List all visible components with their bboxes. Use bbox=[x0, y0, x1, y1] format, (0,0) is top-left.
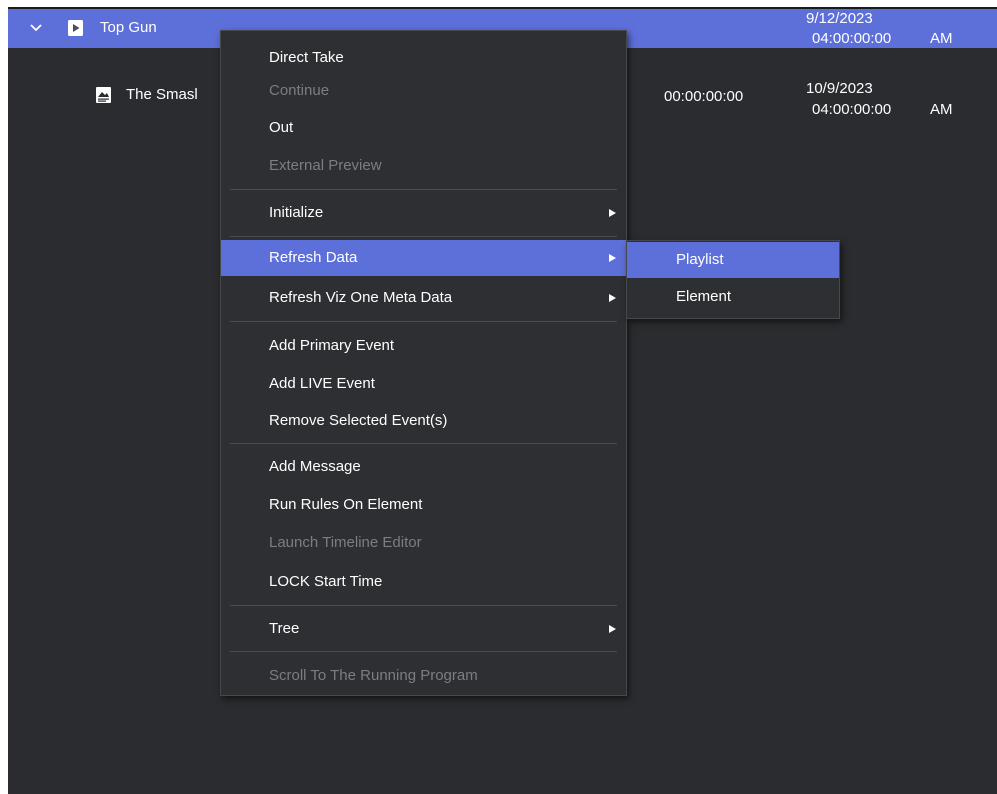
menu-item-lock-start-time[interactable]: LOCK Start Time bbox=[221, 564, 626, 600]
menu-separator bbox=[230, 651, 617, 652]
refresh-data-submenu: Playlist Element bbox=[626, 240, 840, 319]
menu-item-remove-selected-events[interactable]: Remove Selected Event(s) bbox=[221, 403, 626, 439]
row-date: 10/9/2023 bbox=[806, 80, 873, 97]
row-ampm: AM bbox=[930, 101, 953, 118]
row-time: 04:00:00:00 bbox=[812, 30, 892, 47]
triangle-right-icon bbox=[609, 209, 616, 217]
app-window: Top Gun 9/12/2023 04:00:00:00 AM The Sma… bbox=[0, 0, 997, 794]
row-time: 04:00:00:00 bbox=[812, 101, 892, 118]
menu-separator bbox=[230, 321, 617, 322]
menu-separator bbox=[230, 605, 617, 606]
menu-item-out[interactable]: Out bbox=[221, 110, 626, 146]
menu-item-direct-take[interactable]: Direct Take bbox=[221, 40, 626, 76]
image-document-icon bbox=[96, 87, 111, 103]
row-date: 9/12/2023 bbox=[806, 10, 873, 27]
menu-item-run-rules-on-element[interactable]: Run Rules On Element bbox=[221, 487, 626, 523]
submenu-item-element[interactable]: Element bbox=[627, 279, 839, 315]
row-title: The Smasl bbox=[126, 86, 198, 103]
triangle-right-icon bbox=[609, 625, 616, 633]
row-title: Top Gun bbox=[100, 19, 157, 36]
menu-item-add-primary-event[interactable]: Add Primary Event bbox=[221, 328, 626, 364]
menu-item-scroll-to-running-program: Scroll To The Running Program bbox=[269, 667, 478, 684]
row-duration: 00:00:00:00 bbox=[664, 88, 744, 105]
menu-item-add-message[interactable]: Add Message bbox=[221, 449, 626, 485]
menu-separator bbox=[230, 189, 617, 190]
menu-item-tree[interactable]: Tree bbox=[221, 611, 626, 647]
chevron-down-icon[interactable] bbox=[28, 20, 44, 36]
menu-item-initialize[interactable]: Initialize bbox=[221, 195, 626, 231]
context-menu: Direct Take Continue Out External Previe… bbox=[220, 30, 627, 696]
menu-separator bbox=[230, 443, 617, 444]
submenu-item-playlist[interactable]: Playlist bbox=[627, 242, 839, 278]
menu-item-launch-timeline-editor: Launch Timeline Editor bbox=[269, 534, 422, 551]
menu-item-continue: Continue bbox=[269, 82, 330, 99]
triangle-right-icon bbox=[609, 254, 616, 262]
menu-item-refresh-viz-one-meta-data[interactable]: Refresh Viz One Meta Data bbox=[221, 280, 626, 316]
play-document-icon bbox=[68, 20, 83, 36]
row-ampm: AM bbox=[930, 30, 953, 47]
menu-item-refresh-data[interactable]: Refresh Data bbox=[221, 240, 626, 276]
menu-item-add-live-event[interactable]: Add LIVE Event bbox=[221, 366, 626, 402]
menu-item-external-preview: External Preview bbox=[269, 157, 382, 174]
menu-separator bbox=[230, 236, 617, 237]
triangle-right-icon bbox=[609, 294, 616, 302]
